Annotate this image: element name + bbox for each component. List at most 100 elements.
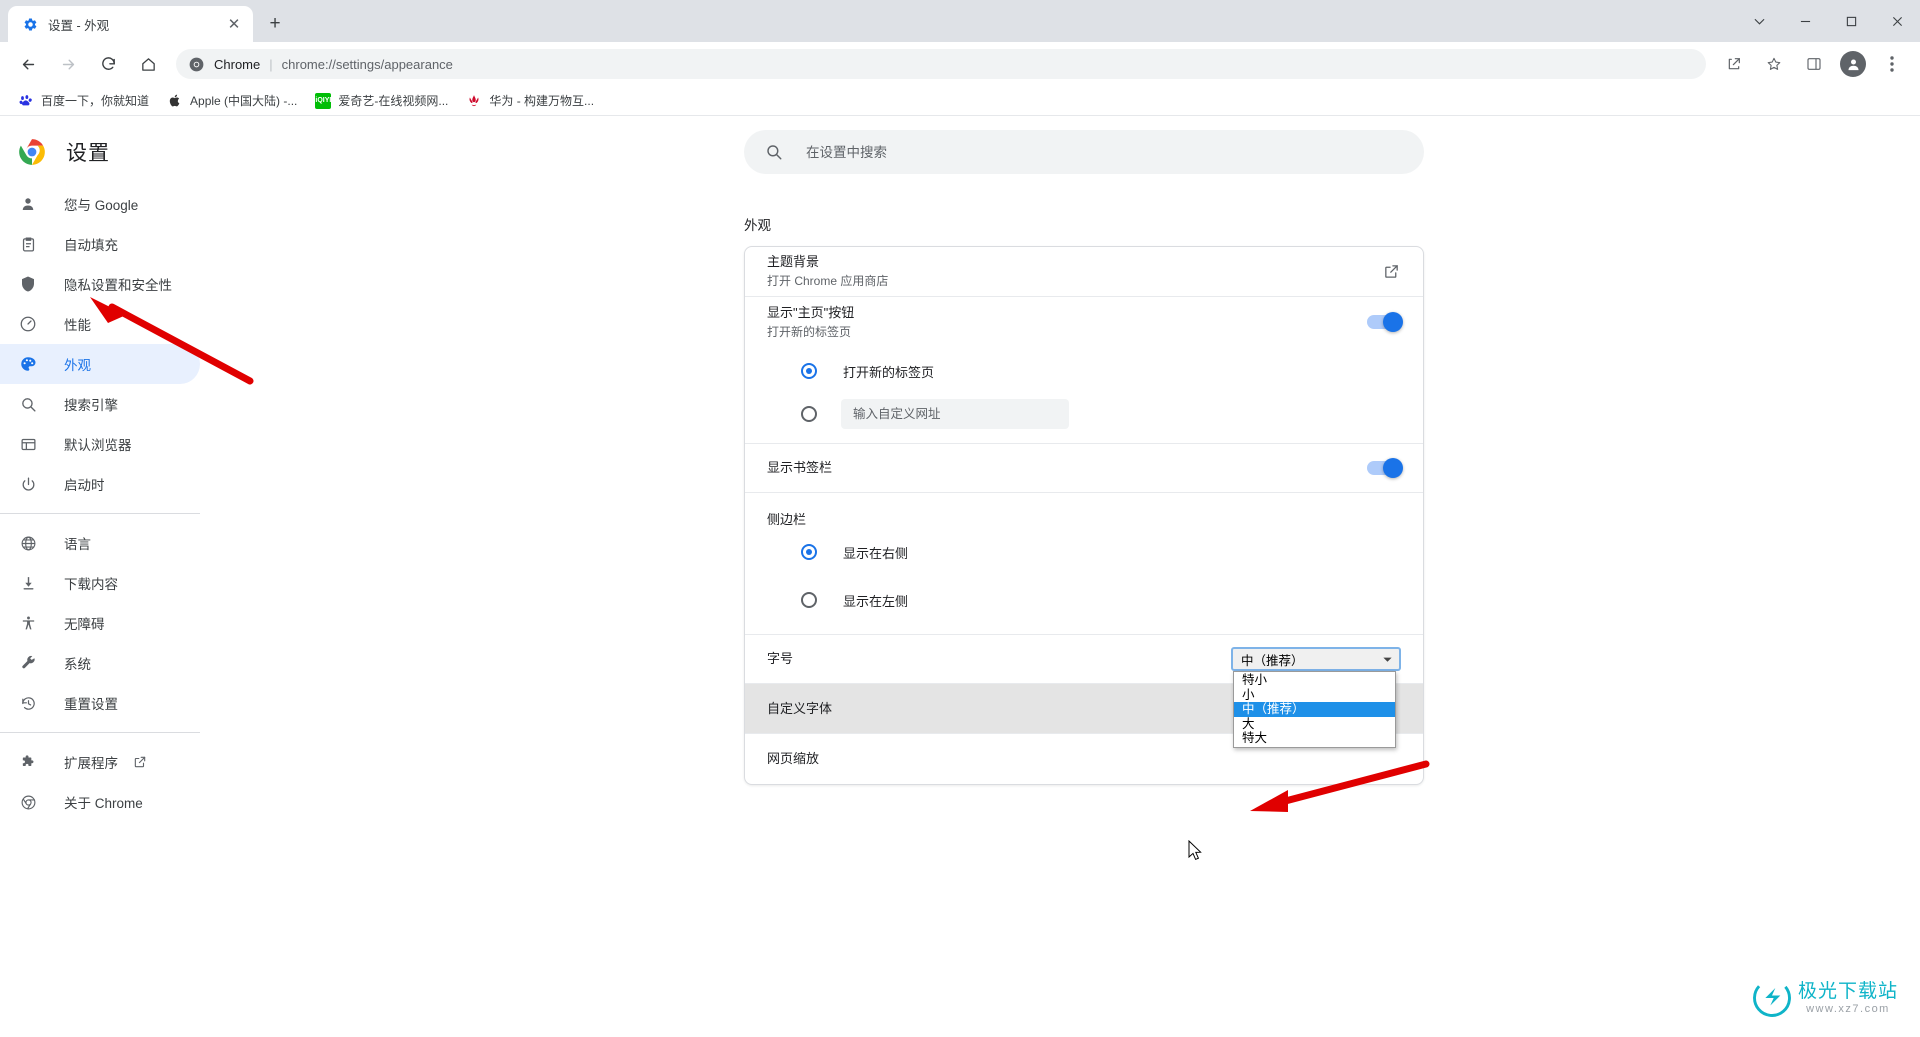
radio-button[interactable] [801,406,817,422]
sidebar-divider [0,513,200,514]
sidebar-item-label: 自动填充 [64,238,118,253]
open-in-new-icon[interactable] [1381,262,1401,282]
star-icon[interactable] [1759,49,1789,79]
sidebar-item-privacy-security[interactable]: 隐私设置和安全性 [0,264,200,304]
font-size-select[interactable]: 中（推荐） [1231,647,1401,671]
browser-window-icon [18,434,38,454]
toggle-knob [1383,458,1403,478]
sidebar-item-accessibility[interactable]: 无障碍 [0,603,200,643]
dropdown-option[interactable]: 特小 [1234,673,1395,688]
sidebar-item-search-engine[interactable]: 搜索引擎 [0,384,200,424]
address-bar[interactable]: Chrome | chrome://settings/appearance [176,49,1706,79]
sidebar-item-downloads[interactable]: 下载内容 [0,563,200,603]
sidebar-item-languages[interactable]: 语言 [0,523,200,563]
side-panel-icon[interactable] [1799,49,1829,79]
font-size-dropdown-list[interactable]: 特小 小 中（推荐） 大 特大 [1233,671,1396,748]
sidebar-item-on-startup[interactable]: 启动时 [0,464,200,504]
radio-button[interactable] [801,592,817,608]
toggle-show-home-button[interactable] [1367,312,1403,332]
browser-toolbar: Chrome | chrome://settings/appearance [0,42,1920,86]
bookmark-item[interactable]: 百度一下，你就知道 [10,90,157,112]
sidebar-item-label: 外观 [64,358,91,373]
sidebar-item-label: 下载内容 [64,577,118,592]
sidebar-item-about-chrome[interactable]: 关于 Chrome [0,782,200,822]
home-icon[interactable] [133,49,163,79]
row-subtitle: 打开 Chrome 应用商店 [767,274,889,288]
reload-icon[interactable] [93,49,123,79]
close-icon[interactable]: ✕ [225,15,243,33]
back-icon[interactable] [13,49,43,79]
dropdown-option[interactable]: 大 [1234,717,1395,732]
sidebar-item-extensions[interactable]: 扩展程序 [0,742,200,782]
row-title: 显示"主页"按钮 [767,304,855,320]
row-font-size[interactable]: 字号 中（推荐） 特小 小 中（推荐） 大 特大 [745,634,1423,748]
row-theme[interactable]: 主题背景 打开 Chrome 应用商店 [745,247,1423,297]
apple-icon [167,93,183,109]
chrome-outline-icon [18,792,38,812]
sidebar-item-default-browser[interactable]: 默认浏览器 [0,424,200,464]
sidebar-item-reset-settings[interactable]: 重置设置 [0,683,200,723]
row-show-home-button[interactable]: 显示"主页"按钮 打开新的标签页 [745,297,1423,347]
power-icon [18,474,38,494]
baidu-icon [18,93,34,109]
iqiyi-icon: iQIYI [315,92,332,109]
profile-avatar-icon[interactable] [1840,51,1866,77]
search-bar[interactable] [744,130,1424,174]
radio-row-side-panel-left[interactable]: 显示在左侧 [745,576,1423,624]
radio-row-custom-url[interactable] [745,395,1423,443]
forward-icon[interactable] [53,49,83,79]
search-icon [764,142,784,162]
chevron-down-icon[interactable] [1379,651,1395,667]
sidebar-item-label: 系统 [64,657,91,672]
toggle-knob [1383,312,1403,332]
close-window-icon[interactable] [1874,5,1920,37]
download-icon [18,573,38,593]
sidebar-item-label: 扩展程序 [64,756,118,771]
custom-url-input[interactable] [841,399,1069,429]
browser-tab[interactable]: 设置 - 外观 ✕ [8,6,253,42]
settings-sidebar: 设置 您与 Google 自动填充 隐私设置和安全性 性能 外观 搜索引擎 默认… [0,116,248,1036]
sidebar-item-performance[interactable]: 性能 [0,304,200,344]
three-dot-menu-icon[interactable] [1877,49,1907,79]
sidebar-item-autofill[interactable]: 自动填充 [0,224,200,264]
row-title: 显示书签栏 [767,460,833,475]
share-icon[interactable] [1719,49,1749,79]
row-show-bookmarks-bar[interactable]: 显示书签栏 [745,443,1423,493]
search-input[interactable] [804,143,1404,161]
sidebar-nav-group-1: 您与 Google 自动填充 隐私设置和安全性 性能 外观 搜索引擎 默认浏览器… [0,184,248,504]
sidebar-item-label: 性能 [64,318,91,333]
radio-row-side-panel-right[interactable]: 显示在右侧 [745,528,1423,576]
chrome-logo-icon [18,138,46,166]
dropdown-option[interactable]: 特大 [1234,731,1395,746]
bookmark-label: 华为 - 构建万物互... [489,94,595,108]
dropdown-option-selected[interactable]: 中（推荐） [1234,702,1395,717]
radio-button[interactable] [801,544,817,560]
search-icon [18,394,38,414]
new-tab-button[interactable]: + [261,10,289,38]
bookmark-item[interactable]: Apple (中国大陆) -... [159,90,305,112]
maximize-icon[interactable] [1828,5,1874,37]
sidebar-item-system[interactable]: 系统 [0,643,200,683]
chevron-down-icon[interactable] [1736,5,1782,37]
sidebar-item-appearance[interactable]: 外观 [0,344,200,384]
watermark: 极光下载站 www.xz7.com [1752,978,1898,1018]
radio-row-new-tab-page[interactable]: 打开新的标签页 [745,347,1423,395]
radio-button[interactable] [801,363,817,379]
sidebar-item-label: 启动时 [64,478,105,493]
bookmark-item[interactable]: 华为 - 构建万物互... [458,90,602,112]
dropdown-option[interactable]: 小 [1234,688,1395,703]
settings-brand: 设置 [0,124,248,180]
minimize-icon[interactable] [1782,5,1828,37]
open-in-new-icon [132,755,147,770]
globe-icon [18,533,38,553]
sidebar-item-you-and-google[interactable]: 您与 Google [0,184,200,224]
row-subtitle: 打开新的标签页 [767,324,852,339]
search-container [248,130,1920,174]
settings-page: 设置 您与 Google 自动填充 隐私设置和安全性 性能 外观 搜索引擎 默认… [0,116,1920,1036]
bookmark-item[interactable]: iQIYI 爱奇艺-在线视频网... [307,90,456,112]
tab-title: 设置 - 外观 [48,18,110,33]
toggle-show-bookmarks-bar[interactable] [1367,458,1403,478]
tab-strip: 设置 - 外观 ✕ + [0,0,1920,42]
bookmark-label: 百度一下，你就知道 [41,94,150,108]
font-size-select-shell: 中（推荐） 特小 小 中（推荐） 大 特大 [1231,647,1401,748]
